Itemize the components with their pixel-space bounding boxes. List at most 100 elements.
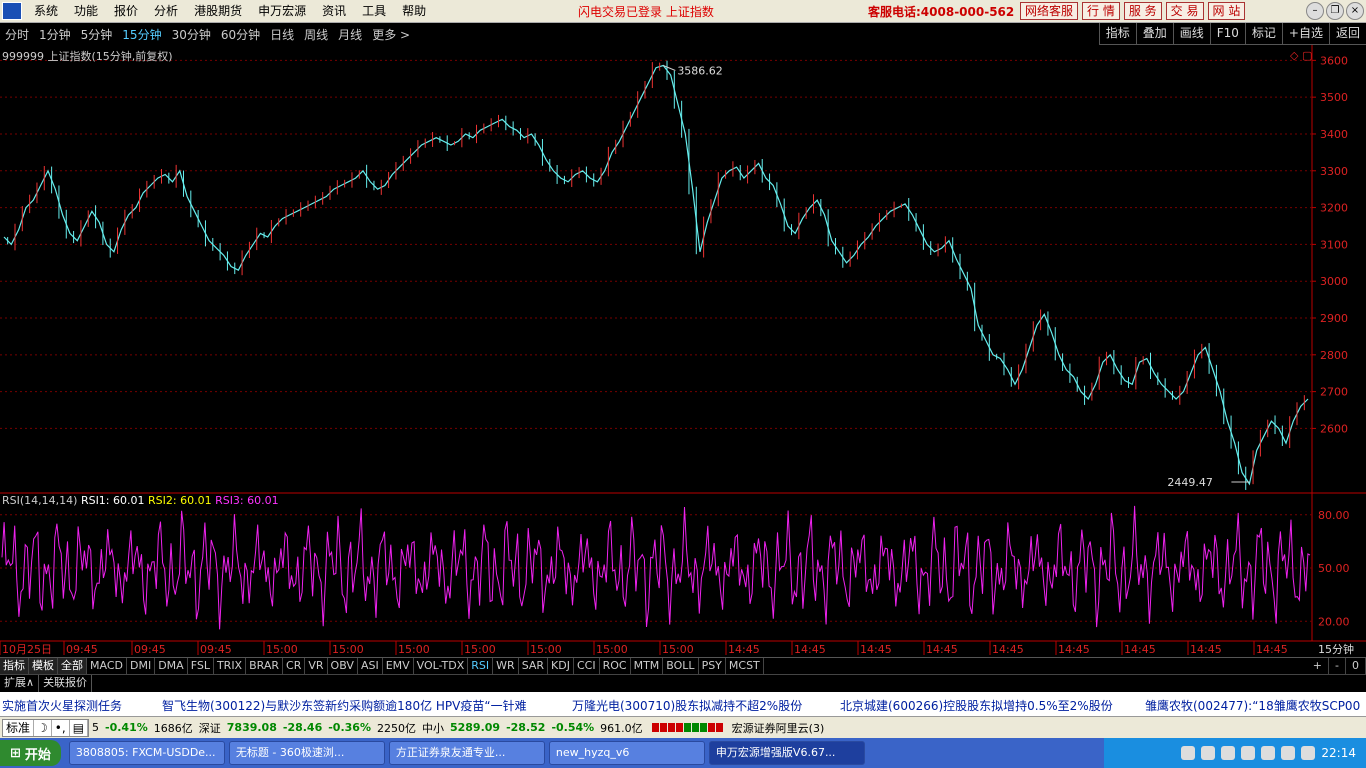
menu-function[interactable]: 功能 [66, 0, 106, 22]
taskbar-item-fangzheng[interactable]: 方正证券泉友通专业... [388, 741, 545, 765]
mark-tool-button[interactable]: 标记 [1244, 23, 1282, 45]
indicator-brar[interactable]: BRAR [246, 658, 284, 674]
menu-tools[interactable]: 工具 [354, 0, 394, 22]
indicator-psy[interactable]: PSY [699, 658, 726, 674]
indicator-vr[interactable]: VR [305, 658, 328, 674]
chart-area[interactable]: 3600 3500 3400 3300 3200 3100 3000 2900 2800 2700… [0, 45, 1366, 657]
restore-icon[interactable]: ❐ [1326, 2, 1344, 20]
tray-icon[interactable] [1301, 746, 1316, 760]
tray-icon[interactable] [1241, 746, 1256, 760]
menu-help[interactable]: 帮助 [394, 0, 434, 22]
related-quote-button[interactable]: 关联报价 [39, 675, 93, 692]
indicator-boll[interactable]: BOLL [663, 658, 699, 674]
market-button[interactable]: 行 情 [1082, 2, 1120, 20]
f10-tool-button[interactable]: F10 [1209, 23, 1245, 45]
overlay-tool-button[interactable]: 叠加 [1135, 23, 1173, 45]
indicator-rsi[interactable]: RSI [468, 658, 494, 674]
taskbar-item-swhy[interactable]: 申万宏源增强版V6.67... [708, 741, 865, 765]
menu-hk-futures[interactable]: 港股期货 [186, 0, 250, 22]
online-service-button[interactable]: 网络客服 [1020, 2, 1079, 20]
indicator-obv[interactable]: OBV [328, 658, 358, 674]
indicator-tab[interactable]: 指标 [0, 658, 29, 674]
menu-system[interactable]: 系统 [26, 0, 66, 22]
period-more[interactable]: 更多 > [367, 26, 415, 43]
tray-icon[interactable] [1261, 746, 1276, 760]
close-icon[interactable]: × [1346, 2, 1364, 20]
period-weekly[interactable]: 周线 [299, 26, 333, 43]
expand-button[interactable]: 扩展∧ [0, 675, 40, 692]
sh-index-tail: 5 [92, 721, 100, 734]
period-1min[interactable]: 1分钟 [34, 26, 76, 43]
indicator-roc[interactable]: ROC [600, 658, 631, 674]
time-label: 15:00 [530, 643, 562, 656]
service-hotline: 客服电话:4008-000-562 [868, 5, 1015, 19]
time-label: 09:45 [200, 643, 232, 656]
menu-swhy[interactable]: 申万宏源 [250, 0, 314, 22]
sz-index-amount: 2250亿 [376, 721, 416, 735]
zoom-reset-button[interactable]: 0 [1346, 658, 1366, 674]
clock: 22:14 [1321, 746, 1356, 760]
news-item[interactable]: 雏鹰农牧(002477):“18雏鹰农牧SCP00 [1145, 697, 1360, 714]
period-monthly[interactable]: 月线 [333, 26, 367, 43]
server-name[interactable]: 宏源证券阿里云(3) [729, 720, 828, 736]
indicator-tab[interactable]: 全部 [58, 658, 87, 674]
minimize-icon[interactable]: – [1306, 2, 1324, 20]
trade-button[interactable]: 交 易 [1165, 2, 1204, 20]
indicator-kdj[interactable]: KDJ [548, 658, 574, 674]
chart-resize-icon: ◇ ▢ [1290, 49, 1312, 62]
rsi-tick-label: 80.00 [1318, 509, 1350, 522]
indicator-sar[interactable]: SAR [519, 658, 549, 674]
indicator-mcst[interactable]: MCST [726, 658, 764, 674]
indicator-tab[interactable]: 模板 [29, 658, 58, 674]
mode-standard[interactable]: 标准 [3, 719, 35, 736]
draw-line-tool-button[interactable]: 画线 [1172, 23, 1210, 45]
indicator-emv[interactable]: EMV [383, 658, 414, 674]
news-item[interactable]: 实施首次火星探测任务 [2, 697, 122, 714]
input-mode-box[interactable]: 标准 ☽ •, ▤ [2, 718, 90, 737]
period-tick[interactable]: 分时 [0, 26, 34, 43]
menu-analysis[interactable]: 分析 [146, 0, 186, 22]
taskbar-item-folder[interactable]: new_hyzq_v6 [548, 741, 705, 765]
indicator-asi[interactable]: ASI [358, 658, 383, 674]
menu-news[interactable]: 资讯 [314, 0, 354, 22]
period-30min[interactable]: 30分钟 [167, 26, 216, 43]
news-item[interactable]: 北京城建(600266)控股股东拟增持0.5%至2%股份 [840, 697, 1113, 714]
indicator-wr[interactable]: WR [493, 658, 519, 674]
login-status[interactable]: 闪电交易已登录 上证指数 [578, 3, 714, 20]
indicator-vol-tdx[interactable]: VOL-TDX [414, 658, 469, 674]
add-watchlist-button[interactable]: +自选 [1281, 23, 1329, 45]
taskbar-item-fxcm[interactable]: 3808805: FXCM-USDDe... [68, 741, 225, 765]
indicator-cci[interactable]: CCI [574, 658, 600, 674]
indicator-trix[interactable]: TRIX [214, 658, 247, 674]
keyboard-icon[interactable]: ▤ [70, 719, 89, 736]
indicator-macd[interactable]: MACD [87, 658, 127, 674]
zoom-in-button[interactable]: + [1307, 658, 1330, 674]
indicator-dma[interactable]: DMA [155, 658, 188, 674]
tray-icon[interactable] [1281, 746, 1296, 760]
indicator-fsl[interactable]: FSL [188, 658, 214, 674]
punctuation-icon[interactable]: •, [52, 719, 70, 736]
website-button[interactable]: 网 站 [1207, 2, 1246, 20]
moon-icon[interactable]: ☽ [34, 719, 52, 736]
zoom-out-button[interactable]: - [1329, 658, 1346, 674]
news-item[interactable]: 智飞生物(300122)与默沙东签新约采购额逾180亿 HPV疫苗“一针难 [162, 697, 527, 714]
indicator-tool-button[interactable]: 指标 [1098, 23, 1136, 45]
tray-icon[interactable] [1201, 746, 1216, 760]
service-button[interactable]: 服 务 [1123, 2, 1162, 20]
menu-quote[interactable]: 报价 [106, 0, 146, 22]
time-label: 09:45 [66, 643, 98, 656]
start-button[interactable]: ⊞ 开始 [0, 740, 61, 766]
period-60min[interactable]: 60分钟 [216, 26, 265, 43]
tray-icon[interactable] [1181, 746, 1196, 760]
period-5min[interactable]: 5分钟 [76, 26, 118, 43]
tray-icon[interactable] [1221, 746, 1236, 760]
news-item[interactable]: 万隆光电(300710)股东拟减持不超2%股份 [572, 697, 802, 714]
indicator-cr[interactable]: CR [283, 658, 306, 674]
period-daily[interactable]: 日线 [265, 26, 299, 43]
period-15min[interactable]: 15分钟 [117, 26, 166, 43]
indicator-dmi[interactable]: DMI [127, 658, 156, 674]
kline-chart[interactable]: 3600 3500 3400 3300 3200 3100 3000 2900 2800 2700… [0, 45, 1366, 657]
indicator-mtm[interactable]: MTM [631, 658, 664, 674]
taskbar-item-browser[interactable]: 无标题 - 360极速浏... [228, 741, 385, 765]
back-button[interactable]: 返回 [1328, 23, 1366, 45]
